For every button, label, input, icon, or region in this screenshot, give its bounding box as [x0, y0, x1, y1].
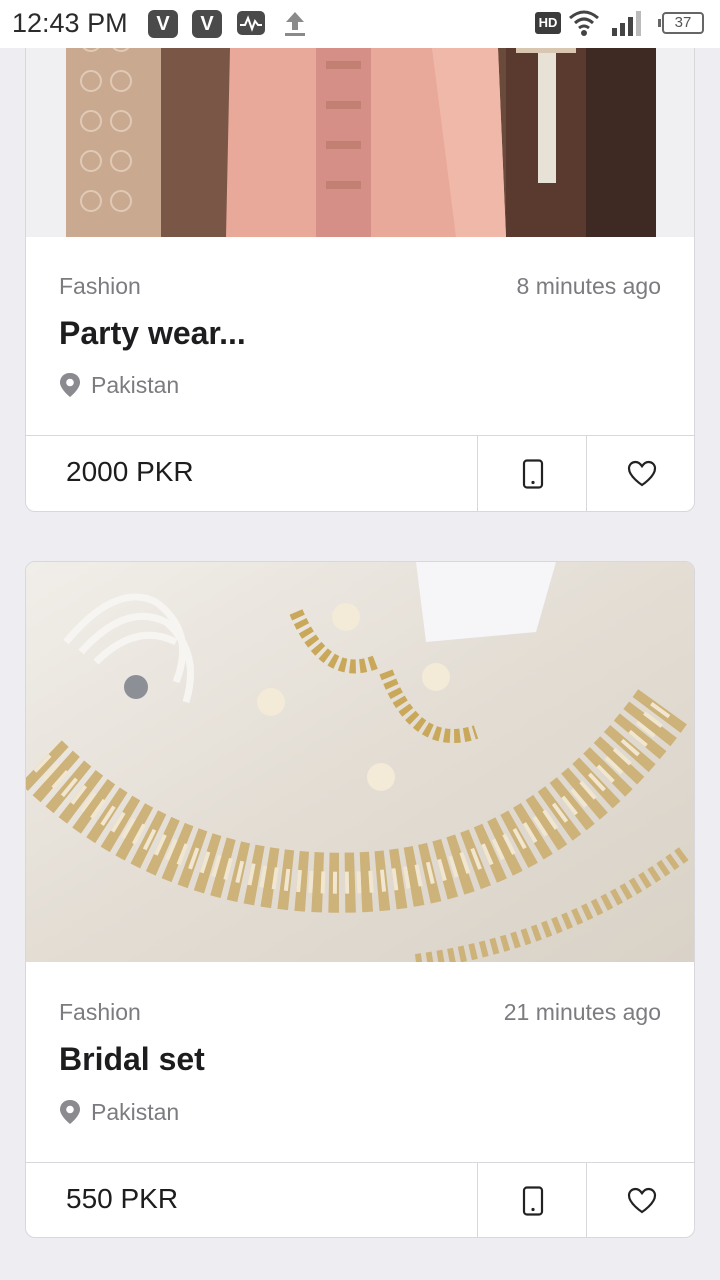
phone-icon: [522, 1186, 543, 1216]
app-v-icon: V: [148, 10, 178, 38]
signal-icon: [610, 8, 650, 43]
call-button-2[interactable]: [477, 1163, 587, 1237]
favorite-button-2[interactable]: [586, 1163, 694, 1237]
listing-price: 2000 PKR: [66, 456, 194, 487]
heart-icon: [627, 460, 657, 487]
battery-icon: 37: [658, 12, 704, 34]
location-label: Pakistan: [91, 372, 180, 398]
upload-icon: [282, 8, 308, 43]
location-label-2: Pakistan: [91, 1099, 180, 1125]
wifi-icon: [568, 8, 600, 43]
listing-actions: 2000 PKR: [26, 435, 694, 511]
phone-icon: [522, 459, 543, 489]
listing-card-2[interactable]: Fashion 21 minutes ago Bridal set Pakist…: [25, 561, 695, 1238]
call-button[interactable]: [477, 436, 587, 511]
listing-category: Fashion: [59, 273, 141, 299]
listing-category-2: Fashion: [59, 999, 141, 1025]
location-pin-icon: [60, 1100, 80, 1124]
favorite-button[interactable]: [586, 436, 694, 511]
listing-time-2: 21 minutes ago: [503, 999, 661, 1025]
listing-title-2[interactable]: Bridal set: [59, 1041, 205, 1078]
status-bar: 12:43 PM V V HD 37: [0, 0, 720, 48]
status-time: 12:43 PM: [12, 8, 128, 38]
listing-price-2: 550 PKR: [66, 1183, 179, 1214]
heart-icon: [627, 1187, 657, 1214]
listing-image-2[interactable]: [26, 562, 694, 970]
listing-title[interactable]: Party wear...: [59, 315, 246, 352]
location-pin-icon: [60, 373, 80, 397]
activity-icon: [236, 8, 266, 43]
listing-card[interactable]: Fashion 8 minutes ago Party wear... Paki…: [25, 0, 695, 512]
hd-badge: HD: [535, 12, 561, 34]
listing-actions-2: 550 PKR: [26, 1162, 694, 1237]
app-v-icon-2: V: [192, 10, 222, 38]
listing-time: 8 minutes ago: [516, 273, 661, 299]
